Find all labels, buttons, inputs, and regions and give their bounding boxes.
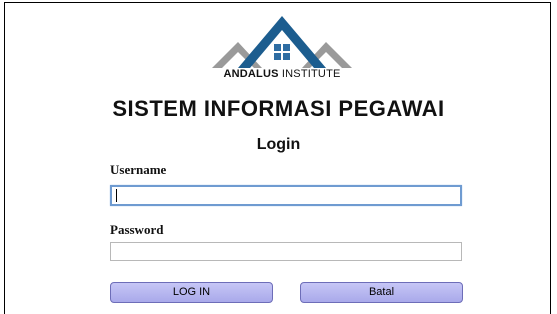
logo-text-rest: INSTITUTE <box>278 68 341 80</box>
logo-text-bold: ANDALUS <box>223 68 279 80</box>
logo-text: ANDALUS INSTITUTE <box>200 68 364 80</box>
password-input[interactable] <box>110 242 462 261</box>
cancel-button[interactable]: Batal <box>300 282 463 303</box>
password-label: Password <box>110 222 164 237</box>
username-input[interactable] <box>110 185 462 206</box>
login-button[interactable]: LOG IN <box>110 282 273 303</box>
text-cursor <box>116 189 117 202</box>
roof-shape <box>238 16 326 68</box>
login-heading: Login <box>256 136 301 153</box>
page-title: SISTEM INFORMASI PEGAWAI <box>112 96 445 121</box>
username-label: Username <box>110 162 167 177</box>
